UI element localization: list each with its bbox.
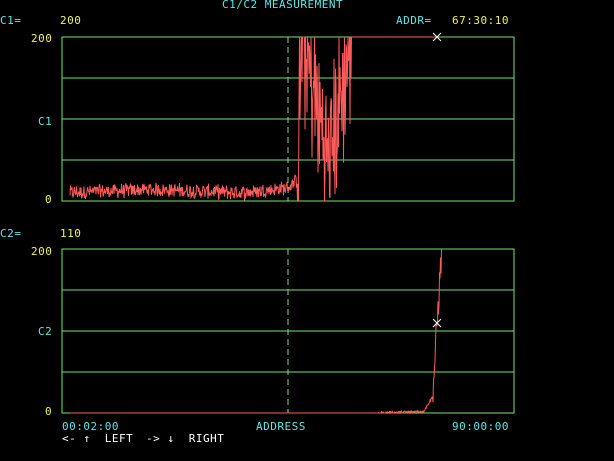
plot1-area[interactable] <box>61 32 515 202</box>
scope-display <box>61 32 515 415</box>
plot2-area[interactable] <box>61 248 515 415</box>
